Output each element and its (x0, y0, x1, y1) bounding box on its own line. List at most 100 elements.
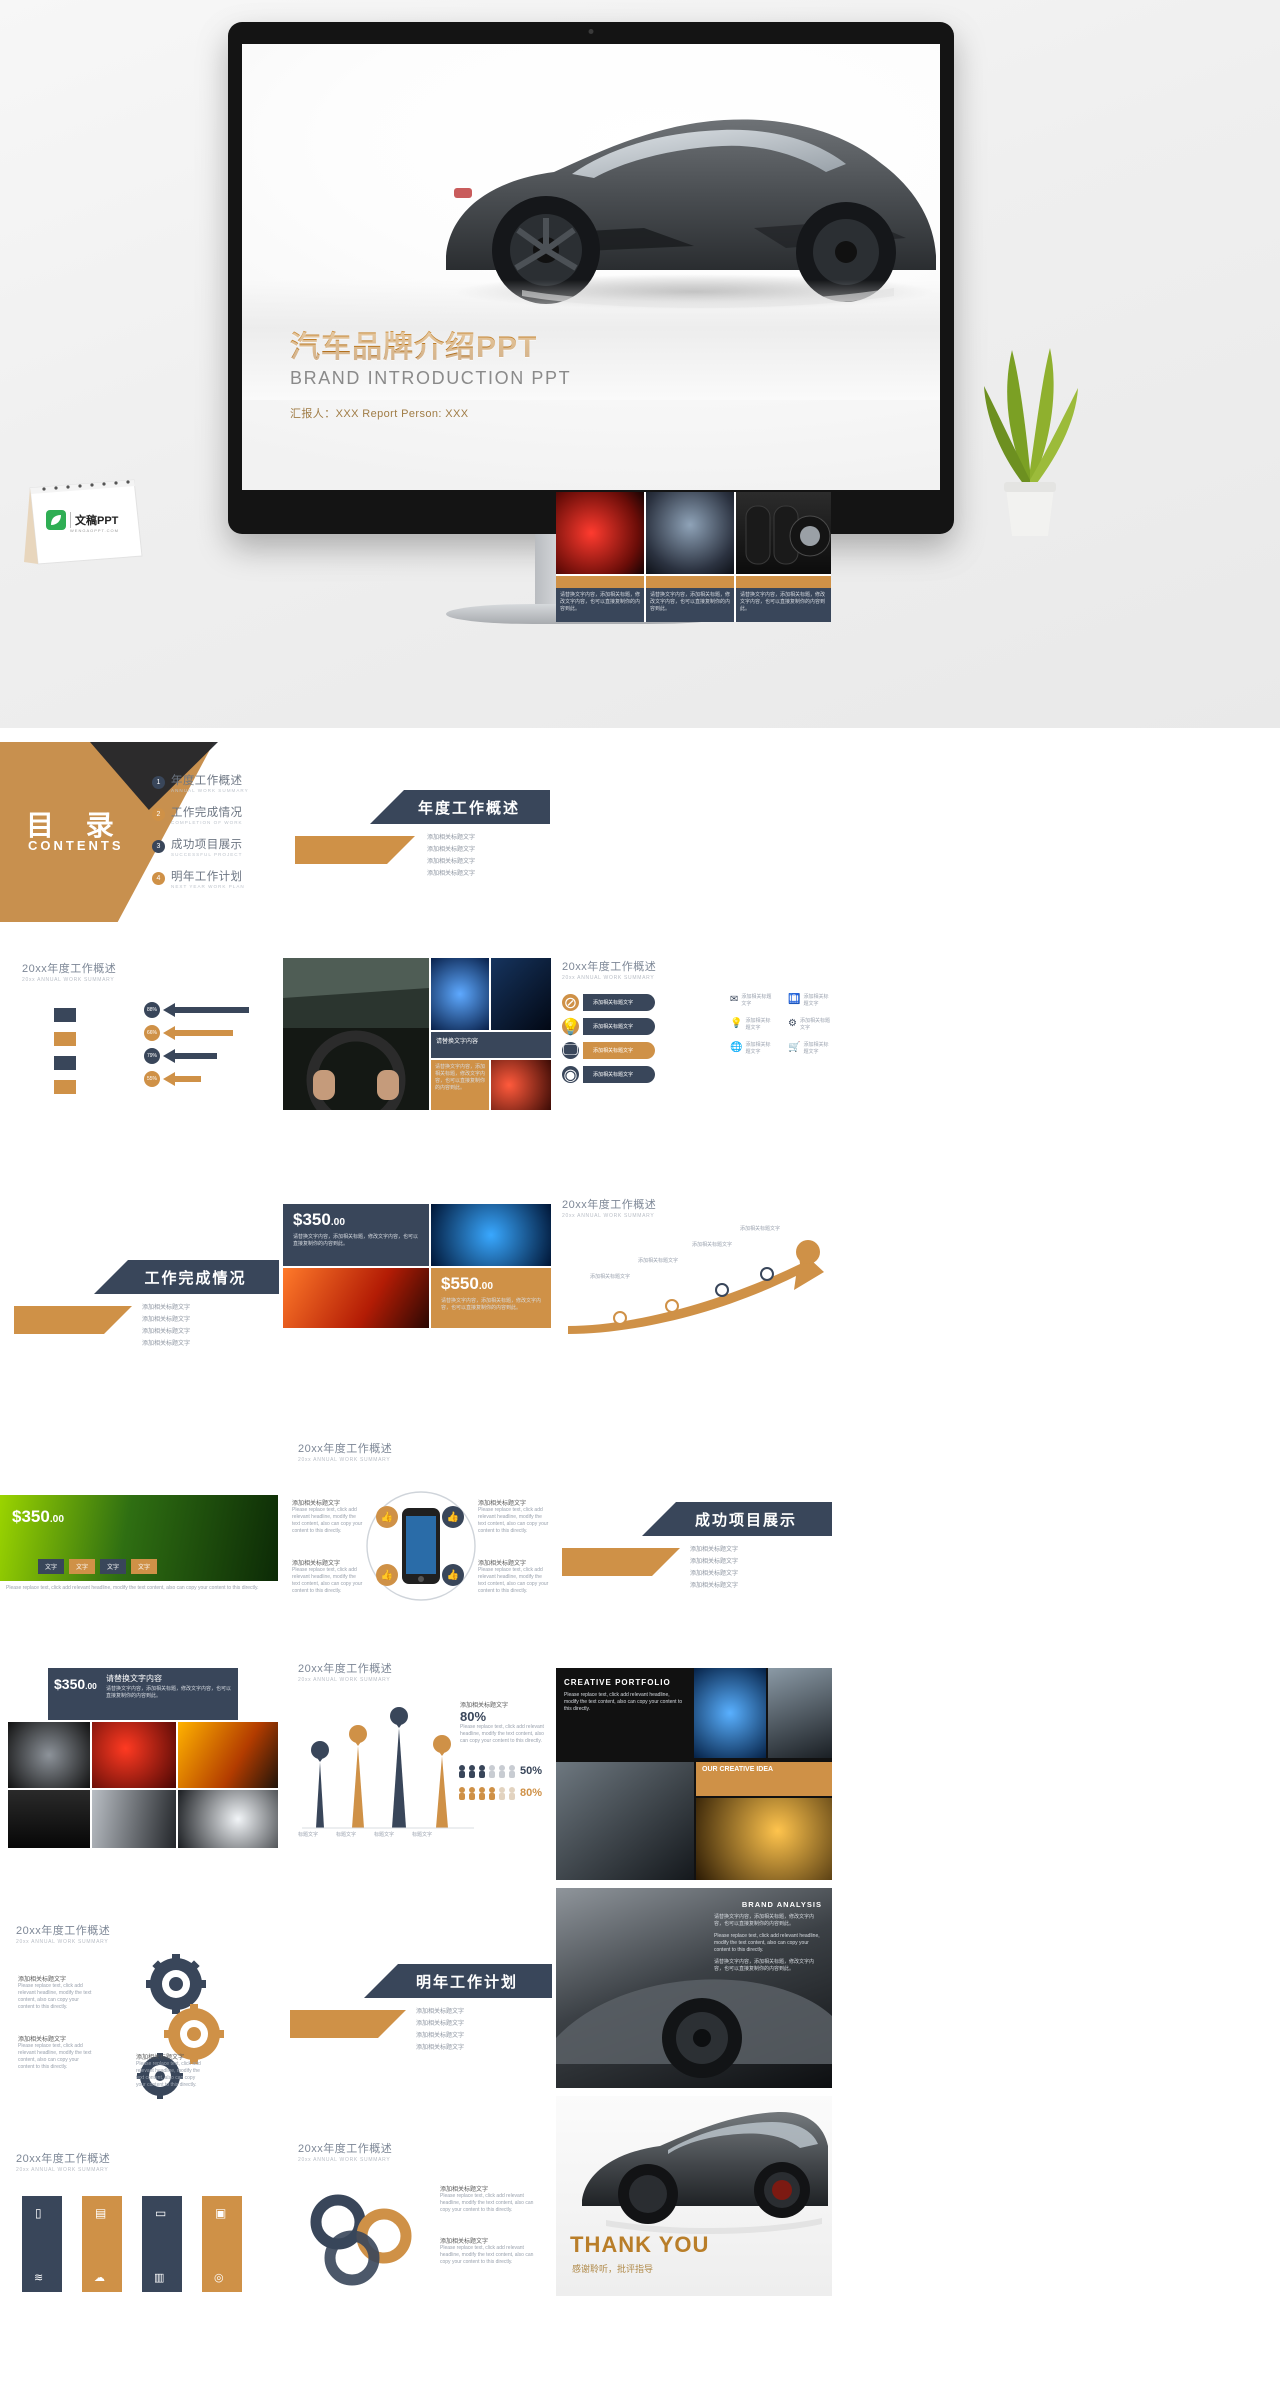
toc-item-2[interactable]: 2 工作完成情况 COMPLETION OF WORK (152, 804, 243, 825)
slide-title-en: BRAND INTRODUCTION PPT (290, 368, 572, 388)
icon-text-1: ✉ 添加相关标题文字 (730, 994, 774, 1008)
arrow-4-icon (163, 1072, 201, 1086)
reporter-line: 汇报人：XXX Report Person: XXX (290, 408, 469, 420)
logo-subtext: WENGAOPPT.COM (70, 528, 120, 533)
slide-section-successful-project[interactable]: 成功项目展示 添加相关标题文字 添加相关标题文字 添加相关标题文字 添加相关标题… (562, 1502, 832, 1612)
caption-cn: 20xx年度工作概述 (298, 2143, 393, 2155)
price-dollars-3: $350 (12, 1507, 50, 1526)
bullet: 添加相关标题文字 (427, 871, 476, 877)
toc-item-3[interactable]: 3 成功项目展示 SUCCESSFUL PROJECT (152, 836, 242, 857)
photo-text-box-3: 请替换文字内容，添加相关标题，修改文字内容，也可以直接复制你的内容到此。 (736, 588, 831, 622)
text-tab-2[interactable]: 文字 (69, 1559, 96, 1574)
pictogram-row-1: 50% (458, 1764, 542, 1778)
toc-item-1[interactable]: 1 年度工作概述 ANNUAL WORK SUMMARY (152, 772, 249, 793)
slide-table-of-contents[interactable]: 目 录 CONTENTS 1 年度工作概述 ANNUAL WORK SUMMAR… (0, 742, 270, 938)
section-gold-bar-4 (290, 2010, 406, 2038)
slide-brand-analysis[interactable]: BRAND ANALYSIS 请替换文字内容，添加相关标题，修改文字内容，也可以… (556, 1888, 832, 2088)
loop-title-2: 添加相关标题文字 (440, 2239, 489, 2245)
slide-thank-you[interactable]: THANK YOU 感谢聆听，批评指导 (556, 2096, 832, 2296)
slide-price-tabs[interactable]: $350.00 文字 文字 文字 文字 Please replace text,… (0, 1495, 278, 1605)
slide-photo-trio[interactable]: 请替换文字内容，添加相关标题，修改文字内容，也可以直接复制你的内容到此。 请替换… (556, 492, 831, 622)
card-1[interactable]: ▯ ≋ (22, 2196, 62, 2292)
section-ribbon-1: 年度工作概述 添加相关标题文字 添加相关标题文字 添加相关标题文字 添加相关标题… (295, 790, 550, 877)
circle-body-3: Please replace text, click add relevant … (292, 1567, 363, 1594)
caption-en: 20xx ANNUAL WORK SUMMARY (562, 1213, 655, 1219)
card-4[interactable]: ▣ ◎ (202, 2196, 242, 2292)
brand-analysis-body-1: 请替换文字内容，添加相关标题，修改文字内容，也可以直接复制你的内容到此。 (714, 1914, 815, 1927)
slide-arrow-flow[interactable]: 20xx年度工作概述 20xx ANNUAL WORK SUMMARY 88% … (14, 960, 264, 1140)
gear-text-2: 添加相关标题文字 Please replace text, click add … (18, 2034, 96, 2071)
price-cents-2: .00 (478, 1281, 493, 1292)
card-2[interactable]: ▤ ☁ (82, 2196, 122, 2292)
toc-number-2: 2 (152, 808, 165, 821)
display-icon: ▣ (215, 2206, 227, 2220)
slide-creative-portfolio[interactable]: CREATIVE PORTFOLIO Please replace text, … (556, 1668, 832, 1880)
photo-steering-wheel (646, 492, 734, 574)
bulb-icon: 💡 (730, 1018, 743, 1029)
photo-red-car-detail (491, 1060, 551, 1110)
portfolio-title: CREATIVE PORTFOLIO (564, 1678, 671, 1687)
slide-four-cards[interactable]: 20xx年度工作概述 20xx ANNUAL WORK SUMMARY ▯ ≋ … (8, 2150, 278, 2330)
photo-text-box-2: 请替换文字内容，添加相关标题，修改文字内容，也可以直接复制你的内容到此。 (646, 588, 734, 622)
photo-taillight (556, 492, 644, 574)
slide-icon-pills[interactable]: 20xx年度工作概述 20xx ANNUAL WORK SUMMARY ⊘ 添加… (562, 958, 832, 1110)
slide-section-work-completion[interactable]: 工作完成情况 添加相关标题文字 添加相关标题文字 添加相关标题文字 添加相关标题… (14, 1250, 279, 1370)
bullet: 添加相关标题文字 (690, 1559, 739, 1565)
slide-section-annual-summary[interactable]: 年度工作概述 添加相关标题文字 添加相关标题文字 添加相关标题文字 添加相关标题… (285, 770, 550, 920)
section-gold-bar-3 (562, 1548, 680, 1576)
leaf-logo-icon (46, 510, 66, 530)
slide-gears[interactable]: 20xx年度工作概述 20xx ANNUAL WORK SUMMARY 添加相关… (8, 1922, 278, 2112)
text-tab-1[interactable]: 文字 (38, 1559, 65, 1574)
photo-sunset-car (178, 1722, 278, 1788)
slide-loop-diagram[interactable]: 20xx年度工作概述 20xx ANNUAL WORK SUMMARY 添加相关… (290, 2140, 552, 2320)
slide-gallery[interactable]: 请替换文字内容 请替换文字内容，添加相关标题，修改文字内容，也可以直接复制你的内… (8, 1668, 278, 1878)
cart-icon: 🛒 (788, 1042, 801, 1053)
toc-label-cn-4: 明年工作计划 (171, 871, 243, 883)
gear-icon: ⚙ (788, 1018, 797, 1029)
slide-section-next-year-plan[interactable]: 明年工作计划 添加相关标题文字 添加相关标题文字 添加相关标题文字 添加相关标题… (290, 1964, 552, 2074)
gear-text-3: 添加相关标题文字 Please replace text, click add … (136, 2052, 206, 2089)
circle-body-4: Please replace text, click add relevant … (478, 1567, 549, 1594)
arrow-2-icon (163, 1026, 233, 1040)
arrow-3-icon (163, 1049, 217, 1063)
arrow-1-icon (163, 1003, 249, 1017)
toc-item-4[interactable]: 4 明年工作计划 NEXT YEAR WORK PLAN (152, 868, 245, 889)
slide-bar-chart[interactable]: 20xx年度工作概述 20xx ANNUAL WORK SUMMARY 标题文字… (290, 1660, 552, 1880)
percent-badge-4: 55% (144, 1071, 160, 1087)
price-box-2: $550.00 请替换文字内容，添加相关标题，修改文字内容，也可以直接复制你的内… (431, 1268, 551, 1328)
gear-body-2: Please replace text, click add relevant … (18, 2043, 92, 2070)
monitor-screen: 汽车品牌介绍PPT BRAND INTRODUCTION PPT 汇报人：XXX… (242, 44, 940, 490)
slide-growth-arrow[interactable]: 20xx年度工作概述 20xx ANNUAL WORK SUMMARY 添加相关… (562, 1196, 832, 1346)
briefcase-icon: 🛄 (788, 994, 801, 1005)
card-3[interactable]: ▭ ▥ (142, 2196, 182, 2292)
bullet: 添加相关标题文字 (142, 1329, 191, 1335)
text-tab-3[interactable]: 文字 (100, 1559, 127, 1574)
caption-en: 20xx ANNUAL WORK SUMMARY (16, 2167, 109, 2173)
toc-label-en-4: NEXT YEAR WORK PLAN (171, 884, 245, 889)
bullet: 添加相关标题文字 (690, 1571, 739, 1577)
caption-cn: 20xx年度工作概述 (298, 1443, 393, 1455)
wifi-icon: ≋ (34, 2272, 44, 2284)
loop-title-1: 添加相关标题文字 (440, 2187, 489, 2193)
no-entry-icon: ⊘ (562, 994, 579, 1012)
chart-xtick-2: 标题文字 (336, 1832, 357, 1838)
gear-title-3: 添加相关标题文字 (136, 2055, 185, 2061)
mosaic-text-box: 请替换文字内容，添加相关标题，修改文字内容，也可以直接复制你的内容到此。 (431, 1060, 489, 1110)
circle-title-3: 添加相关标题文字 (292, 1561, 341, 1567)
text-tab-4[interactable]: 文字 (131, 1559, 158, 1574)
section-gold-bar-2 (14, 1306, 132, 1334)
photo-dash-lit (696, 1798, 832, 1880)
photo-car-body (92, 1790, 176, 1848)
loop-body-1: Please replace text, click add relevant … (440, 2193, 534, 2213)
section-gold-bar-1 (295, 836, 415, 864)
photo-headlight (178, 1790, 278, 1848)
phone-icon: ▯ (35, 2206, 42, 2220)
section-ribbon-2: 工作完成情况 添加相关标题文字 添加相关标题文字 添加相关标题文字 添加相关标题… (14, 1260, 279, 1347)
chart-legend-title: 添加相关标题文字 (460, 1703, 509, 1709)
slide-phone-circle[interactable]: 20xx年度工作概述 20xx ANNUAL WORK SUMMARY 👍 👍 … (290, 1440, 552, 1620)
caption-en: 20xx ANNUAL WORK SUMMARY (298, 1677, 391, 1683)
slide-photo-mosaic[interactable]: 请替换文字内容 请替换文字内容，添加相关标题，修改文字内容，也可以直接复制你的内… (283, 958, 551, 1110)
arrow-label-3: 添加相关标题文字 (692, 1242, 733, 1248)
envelope-icon: ✉ (730, 994, 739, 1005)
slide-price-mosaic[interactable]: $350.00 请替换文字内容，添加相关标题，修改文字内容，也可以直接复制你的内… (283, 1204, 551, 1328)
